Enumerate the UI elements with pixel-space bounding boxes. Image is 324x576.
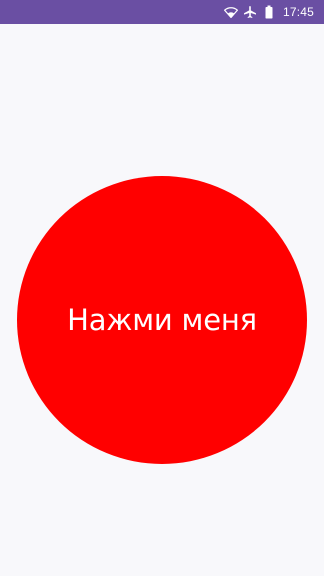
press-me-label: Нажми меня (67, 303, 257, 337)
battery-icon (262, 5, 276, 19)
wifi-icon (223, 5, 238, 19)
airplane-mode-icon (243, 5, 257, 19)
press-me-button[interactable]: Нажми меня (17, 176, 307, 464)
main-content: Нажми меня (0, 24, 324, 576)
status-time: 17:45 (282, 5, 314, 19)
status-icons: 17:45 (223, 0, 314, 24)
status-bar: 17:45 (0, 0, 324, 24)
